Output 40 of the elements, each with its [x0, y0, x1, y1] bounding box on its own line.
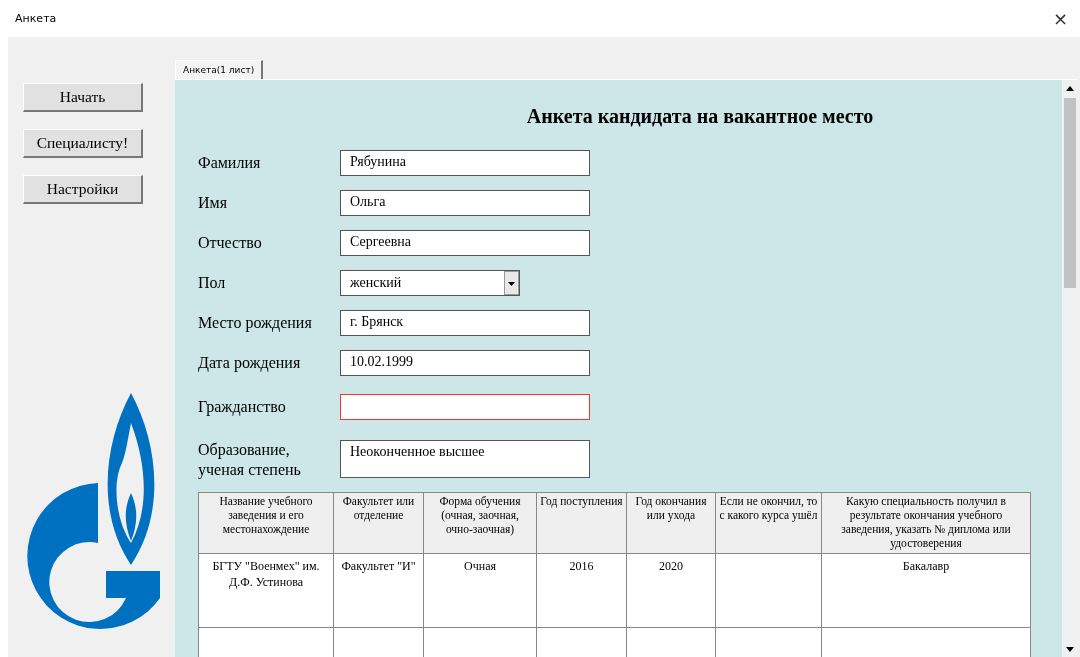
column-header: Год поступления [536, 492, 627, 554]
input-field[interactable]: г. Брянск [340, 310, 590, 336]
form-title: Анкета кандидата на вакантное место [525, 105, 875, 128]
input-field[interactable]: Рябунина [340, 150, 590, 176]
scrollbar-thumb[interactable] [1064, 98, 1076, 288]
table-cell: Факультет "И" [333, 553, 424, 628]
table-cell: Бакалавр [821, 553, 1031, 628]
field-label: Гражданство [198, 397, 287, 417]
table-cell: 2020 [626, 553, 716, 628]
field-label: Пол [198, 273, 227, 293]
window-title: Анкета [15, 12, 57, 25]
field-label: Отчество [198, 233, 263, 253]
input-field[interactable] [340, 394, 590, 420]
sidebar-button[interactable]: Специалисту! [23, 129, 143, 158]
column-header: Название учебного заведения и его местонахождение [198, 492, 334, 554]
sidebar-button[interactable]: Настройки [23, 175, 143, 204]
column-header: Если не окончил, то с какого курса ушёл [715, 492, 822, 554]
tab[interactable]: Анкета(1 лист) [175, 60, 264, 79]
field-label: Фамилия [198, 153, 262, 173]
field-label: Место рождения [198, 313, 313, 333]
scroll-down-arrow-icon[interactable] [1066, 646, 1074, 652]
field-label: Дата рождения [198, 353, 302, 373]
input-field[interactable]: Неоконченное высшее [340, 440, 590, 478]
table-cell: Очная [423, 553, 537, 628]
input-field[interactable]: Сергеевна [340, 230, 590, 256]
field-label: Имя [198, 193, 229, 213]
scroll-up-arrow-icon[interactable] [1066, 85, 1074, 91]
column-header: Год окончания или ухода [626, 492, 716, 554]
column-header: Факультет или отделение [333, 492, 424, 554]
dropdown-field[interactable]: женский [340, 270, 520, 296]
table-cell: БГТУ "Военмех" им. Д.Ф. Устинова [198, 553, 334, 628]
column-header: Какую специальность получил в результате окончания учебного заведения, указать № диплома или удостоверения [821, 492, 1031, 554]
sidebar-button[interactable]: Начать [23, 83, 143, 112]
table-cell: 2016 [536, 553, 627, 628]
input-field[interactable]: 10.02.1999 [340, 350, 590, 376]
close-button[interactable]: × [1046, 8, 1074, 29]
scrollbar[interactable] [1062, 80, 1078, 657]
field-label: Образование, ученая степень [198, 440, 302, 480]
column-header: Форма обучения (очная, заочная, очно-заочная) [423, 492, 537, 554]
input-field[interactable]: Ольга [340, 190, 590, 216]
